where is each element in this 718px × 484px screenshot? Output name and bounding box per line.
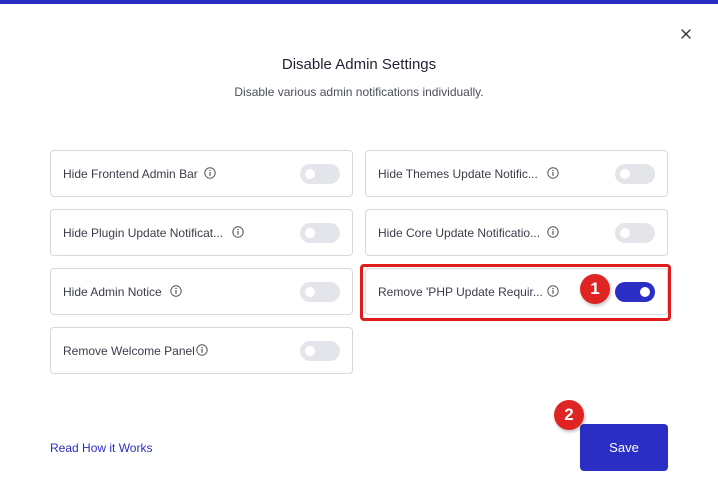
close-button[interactable]	[676, 24, 696, 44]
info-icon[interactable]	[547, 226, 559, 238]
annotation-highlight-box	[360, 264, 671, 321]
toggle-switch[interactable]	[300, 223, 340, 243]
info-icon[interactable]	[170, 285, 182, 297]
read-how-it-works-link[interactable]: Read How it Works	[50, 441, 152, 455]
step-badge-1: 1	[580, 274, 610, 304]
setting-label: Hide Plugin Update Notificat...	[63, 225, 224, 240]
toggle-switch[interactable]	[300, 164, 340, 184]
close-icon	[681, 29, 691, 39]
save-button[interactable]: Save	[580, 424, 668, 471]
setting-hide-themes-update-notifications: Hide Themes Update Notific...	[365, 150, 668, 197]
setting-label: Hide Themes Update Notific...	[378, 166, 538, 181]
info-icon[interactable]	[232, 226, 244, 238]
toggle-knob	[305, 228, 315, 238]
info-icon[interactable]	[547, 167, 559, 179]
toggle-switch[interactable]	[615, 223, 655, 243]
toggle-switch[interactable]	[300, 341, 340, 361]
dialog-subtitle: Disable various admin notifications indi…	[234, 85, 484, 99]
info-icon[interactable]	[204, 167, 216, 179]
top-accent-bar	[0, 0, 718, 4]
toggle-knob	[620, 169, 630, 179]
setting-label: Hide Admin Notice	[63, 284, 162, 299]
info-icon[interactable]	[196, 344, 208, 356]
setting-hide-admin-notice: Hide Admin Notice	[50, 268, 353, 315]
setting-remove-welcome-panel: Remove Welcome Panel	[50, 327, 353, 374]
step-badge-2: 2	[554, 400, 584, 430]
toggle-switch[interactable]	[300, 282, 340, 302]
toggle-switch[interactable]	[615, 164, 655, 184]
toggle-knob	[305, 346, 315, 356]
dialog-title: Disable Admin Settings	[281, 56, 437, 73]
setting-label: Hide Core Update Notificatio...	[378, 225, 541, 240]
setting-hide-frontend-admin-bar: Hide Frontend Admin Bar	[50, 150, 353, 197]
setting-hide-core-update-notifications: Hide Core Update Notificatio...	[365, 209, 668, 256]
toggle-knob	[620, 228, 630, 238]
toggle-knob	[305, 287, 315, 297]
setting-label: Remove Welcome Panel	[63, 343, 195, 358]
setting-label: Hide Frontend Admin Bar	[63, 166, 198, 181]
setting-hide-plugin-update-notifications: Hide Plugin Update Notificat...	[50, 209, 353, 256]
toggle-knob	[305, 169, 315, 179]
